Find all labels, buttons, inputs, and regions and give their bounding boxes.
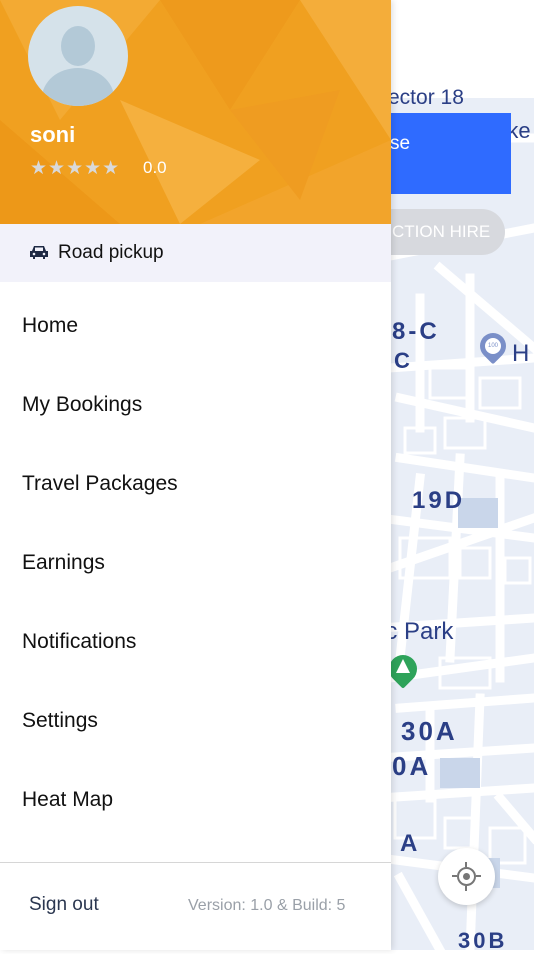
- footer-divider: [0, 862, 391, 863]
- map-label-30b: 30B: [458, 928, 508, 953]
- menu-item-settings[interactable]: Settings: [0, 685, 391, 764]
- menu-item-travel-packages[interactable]: Travel Packages: [0, 448, 391, 527]
- menu-item-label: Home: [22, 314, 79, 337]
- poi-badge: 100: [485, 338, 501, 354]
- crosshair-tick-right: [476, 875, 481, 877]
- crosshair-dot: [463, 873, 470, 880]
- menu-item-label: Travel Packages: [22, 472, 178, 495]
- menu-item-label: Heat Map: [22, 788, 114, 811]
- map-label-30a-1: 30A: [401, 716, 458, 746]
- menu-item-earnings[interactable]: Earnings: [0, 527, 391, 606]
- menu-item-notifications[interactable]: Notifications: [0, 606, 391, 685]
- user-name: soni: [30, 122, 76, 147]
- hire-pill-label: CTION HIRE: [392, 222, 491, 241]
- map-label-park: ic Park: [380, 618, 454, 645]
- menu-item-label: Notifications: [22, 630, 137, 653]
- map-label-sector: ector 18: [388, 86, 464, 109]
- car-icon: [30, 246, 48, 259]
- map-label-30a-2: 0A: [392, 751, 432, 781]
- profile-header: soni ★★★★★ 0.0: [0, 0, 391, 224]
- crosshair-tick-bottom: [465, 886, 467, 891]
- menu-item-label: My Bookings: [22, 393, 143, 416]
- map-label-poi: H: [512, 340, 530, 367]
- locate-me-button[interactable]: [438, 848, 495, 905]
- sign-out-button[interactable]: Sign out: [29, 894, 99, 916]
- rating-stars-icon: ★★★★★: [30, 158, 121, 179]
- tree-icon: [396, 659, 410, 673]
- menu-item-label: Earnings: [22, 551, 105, 574]
- map-label-a: A: [400, 830, 421, 857]
- menu-item-label: Settings: [22, 709, 98, 732]
- rating-value: 0.0: [143, 158, 167, 177]
- road-pickup-label: Road pickup: [58, 242, 164, 263]
- menu-item-heat-map[interactable]: Heat Map: [0, 764, 391, 843]
- avatar-body: [42, 68, 114, 106]
- version-text: Version: 1.0 & Build: 5: [188, 897, 346, 914]
- choose-button-label: se: [390, 133, 411, 154]
- crosshair-tick-top: [465, 862, 467, 867]
- map-label-c: C: [394, 348, 413, 373]
- avatar[interactable]: [28, 6, 128, 106]
- crosshair-tick-left: [452, 875, 457, 877]
- map-label-19d: 19D: [412, 487, 466, 514]
- navigation-drawer: soni ★★★★★ 0.0 Road pickup Home My Booki…: [0, 0, 391, 950]
- map-label-8c: 8-C: [392, 318, 440, 345]
- avatar-head: [61, 26, 95, 66]
- menu-item-home[interactable]: Home: [0, 290, 391, 369]
- menu-item-my-bookings[interactable]: My Bookings: [0, 369, 391, 448]
